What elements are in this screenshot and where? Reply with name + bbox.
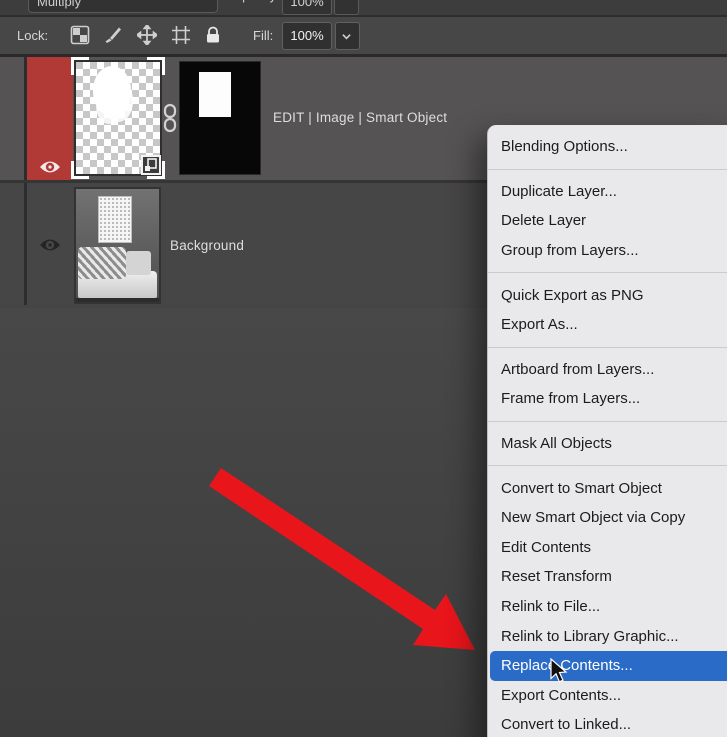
thumbnail-wall-frame	[98, 196, 133, 243]
lock-transparent-pixels-icon[interactable]	[70, 25, 90, 45]
fill-label: Fill:	[253, 28, 273, 43]
opacity-value-field[interactable]: 100%	[282, 0, 332, 15]
menu-item-convert-to-smart-object[interactable]: Convert to Smart Object	[488, 473, 727, 503]
lock-all-padlock-icon[interactable]	[203, 25, 223, 45]
layer-thumbnail-smart-object[interactable]	[76, 62, 160, 174]
menu-separator	[488, 169, 727, 170]
layer-thumbnail-background[interactable]	[76, 189, 159, 302]
menu-separator	[488, 272, 727, 273]
menu-item-mask-all-objects[interactable]: Mask All Objects	[488, 429, 727, 459]
menu-item-group-from-layers[interactable]: Group from Layers...	[488, 236, 727, 266]
menu-separator	[488, 465, 727, 466]
menu-item-quick-export-png[interactable]: Quick Export as PNG	[488, 280, 727, 310]
selection-corner-icon	[147, 57, 165, 75]
layer-mask-link-icon[interactable]	[162, 103, 178, 133]
menu-item-artboard-from-layers[interactable]: Artboard from Layers...	[488, 355, 727, 385]
smart-object-badge-icon	[141, 155, 161, 175]
lock-image-pixels-brush-icon[interactable]	[103, 25, 123, 45]
photoshop-layers-panel: Multiply Opacity: 100% Lock: Fill: 100%	[0, 0, 727, 737]
chevron-down-icon	[342, 32, 351, 41]
menu-item-export-contents[interactable]: Export Contents...	[488, 681, 727, 711]
fill-dropdown-button[interactable]	[335, 22, 360, 50]
menu-item-export-as[interactable]: Export As...	[488, 310, 727, 340]
blend-options-row: Multiply Opacity: 100%	[0, 0, 727, 17]
lock-artboard-icon[interactable]	[171, 25, 191, 45]
layer-mask-thumbnail[interactable]	[180, 62, 260, 174]
menu-item-blending-options[interactable]: Blending Options...	[488, 132, 727, 162]
menu-item-new-smart-object-via-copy[interactable]: New Smart Object via Copy	[488, 503, 727, 533]
menu-item-replace-contents[interactable]: Replace Contents...	[490, 651, 727, 681]
menu-separator	[488, 421, 727, 422]
menu-item-convert-to-linked[interactable]: Convert to Linked...	[488, 710, 727, 737]
menu-item-relink-to-library-graphic[interactable]: Relink to Library Graphic...	[488, 621, 727, 651]
menu-item-frame-from-layers[interactable]: Frame from Layers...	[488, 384, 727, 414]
visibility-eye-icon[interactable]	[38, 159, 62, 175]
lock-position-move-icon[interactable]	[137, 25, 157, 45]
lock-row: Lock: Fill: 100%	[0, 17, 727, 57]
layer-context-menu: Blending Options... Duplicate Layer... D…	[487, 125, 727, 737]
layer-name[interactable]: EDIT | Image | Smart Object	[273, 110, 447, 125]
menu-item-duplicate-layer[interactable]: Duplicate Layer...	[488, 177, 727, 207]
mask-white-area	[199, 72, 231, 117]
menu-item-reset-transform[interactable]: Reset Transform	[488, 562, 727, 592]
menu-item-edit-contents[interactable]: Edit Contents	[488, 533, 727, 563]
blend-mode-value: Multiply	[37, 0, 81, 9]
opacity-dropdown-button[interactable]	[334, 0, 359, 15]
selection-corner-icon	[71, 161, 89, 179]
menu-item-relink-to-file[interactable]: Relink to File...	[488, 592, 727, 622]
visibility-eye-icon[interactable]	[38, 237, 62, 253]
layer-name[interactable]: Background	[170, 238, 244, 253]
eye-column-divider	[24, 183, 27, 305]
selection-corner-icon	[71, 57, 89, 75]
opacity-label: Opacity:	[232, 0, 280, 3]
blend-mode-dropdown[interactable]: Multiply	[28, 0, 218, 13]
menu-item-delete-layer[interactable]: Delete Layer	[488, 206, 727, 236]
thumbnail-couch	[76, 250, 159, 302]
lock-label: Lock:	[17, 28, 48, 43]
menu-separator	[488, 347, 727, 348]
fill-value-field[interactable]: 100%	[282, 22, 332, 50]
thumbnail-artwork	[93, 66, 132, 115]
